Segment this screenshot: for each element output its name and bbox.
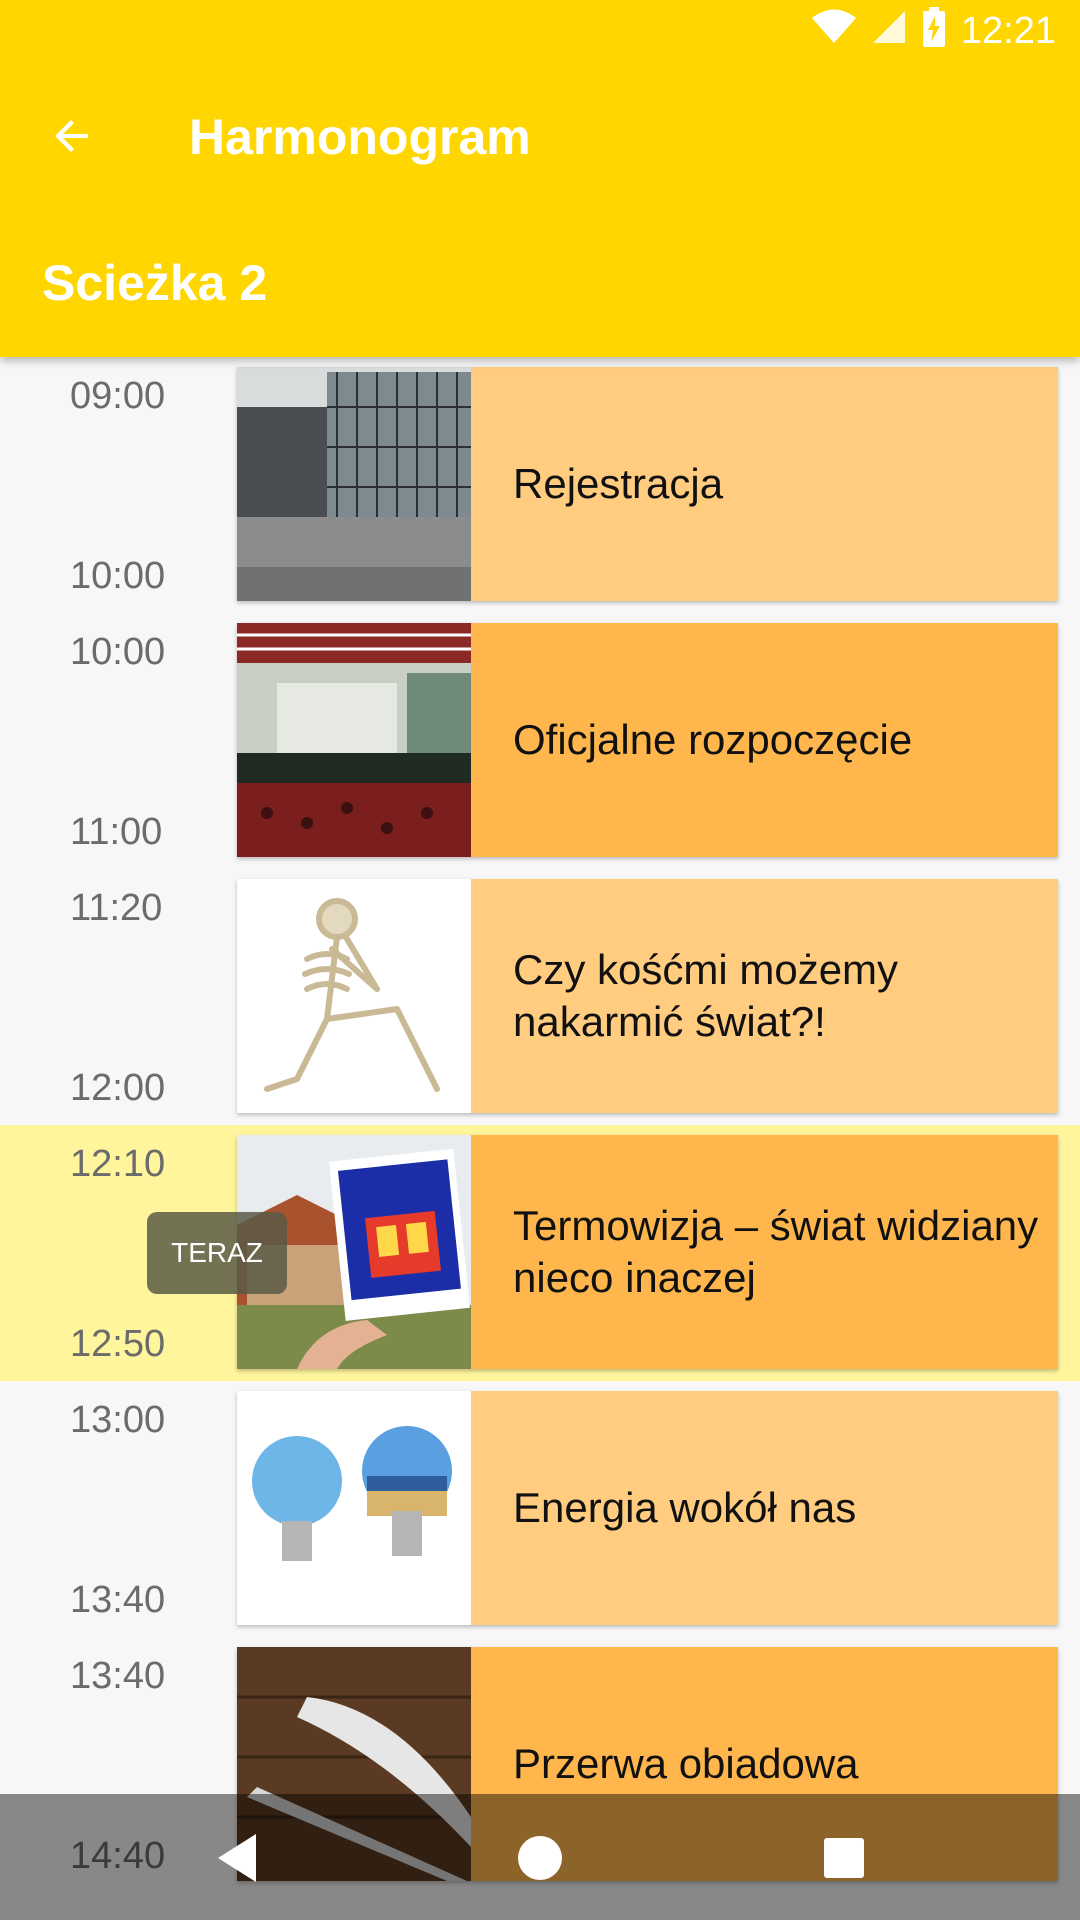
wifi-icon <box>811 9 857 55</box>
recents-nav-icon <box>824 1838 864 1878</box>
app-bar: 12:21 Harmonogram Scieżka 2 <box>0 0 1080 357</box>
track-title: Scieżka 2 <box>42 255 268 311</box>
end-time: 10:00 <box>70 555 166 597</box>
end-time: 12:50 <box>70 1323 166 1365</box>
home-nav-button[interactable] <box>510 1828 570 1888</box>
session-title: Rejestracja <box>471 367 1058 601</box>
building-photo <box>237 367 471 601</box>
start-time: 11:20 <box>70 887 163 929</box>
session-title: Termowizja – świat widziany nieco inacze… <box>471 1135 1058 1369</box>
end-time: 13:40 <box>70 1579 166 1621</box>
start-time: 09:00 <box>70 375 166 417</box>
end-time: 11:00 <box>70 811 163 853</box>
session-card[interactable]: Energia wokół nas <box>237 1391 1058 1625</box>
now-badge: TERAZ <box>147 1212 287 1294</box>
session-card[interactable]: Czy kośćmi możemy nakarmić świat?! <box>237 879 1058 1113</box>
lightbulbs-photo <box>237 1391 471 1625</box>
recents-nav-button[interactable] <box>814 1828 874 1888</box>
arrow-back-icon <box>55 120 88 152</box>
schedule-row: 09:00 10:00 Rejestracja <box>0 357 1080 613</box>
page-title: Harmonogram <box>189 109 531 165</box>
auditorium-photo <box>237 623 471 857</box>
session-title: Energia wokół nas <box>471 1391 1058 1625</box>
battery-charging-icon <box>921 6 947 58</box>
session-title: Czy kośćmi możemy nakarmić świat?! <box>471 879 1058 1113</box>
start-time: 12:10 <box>70 1143 166 1185</box>
start-time: 13:40 <box>70 1655 166 1697</box>
back-button[interactable] <box>36 100 108 172</box>
home-nav-icon <box>518 1836 562 1880</box>
status-bar: 12:21 <box>0 0 1080 63</box>
session-card[interactable]: Oficjalne rozpoczęcie <box>237 623 1058 857</box>
schedule-row: 13:00 13:40 Energia wokół nas <box>0 1381 1080 1637</box>
navigation-bar <box>0 1794 1080 1920</box>
back-nav-button[interactable] <box>208 1828 268 1888</box>
schedule-row: 10:00 11:00 Oficjalne rozpoczęcie <box>0 613 1080 869</box>
session-title: Oficjalne rozpoczęcie <box>471 623 1058 857</box>
session-card[interactable]: Rejestracja <box>237 367 1058 601</box>
schedule-row: 11:20 12:00 Czy kośćmi możemy nakarmić ś… <box>0 869 1080 1125</box>
status-time: 12:21 <box>960 10 1056 52</box>
start-time: 13:00 <box>70 1399 166 1441</box>
end-time: 12:00 <box>70 1067 166 1109</box>
session-card[interactable]: Termowizja – świat widziany nieco inacze… <box>237 1135 1058 1369</box>
signal-icon <box>871 9 907 55</box>
start-time: 10:00 <box>70 631 166 673</box>
back-nav-icon <box>218 1834 256 1882</box>
skeleton-photo <box>237 879 471 1113</box>
